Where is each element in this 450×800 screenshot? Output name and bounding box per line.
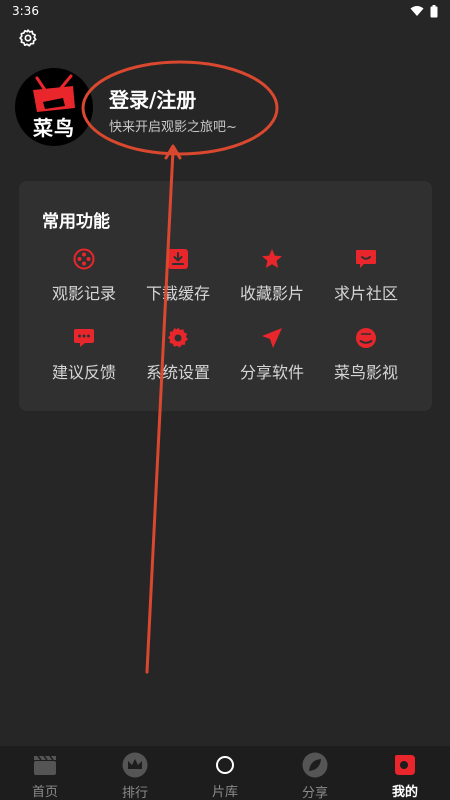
avatar-text: 菜鸟 xyxy=(33,116,75,140)
request-community-button[interactable]: 求片社区 xyxy=(318,247,414,307)
section-title: 常用功能 xyxy=(42,212,110,232)
download-cache-button[interactable]: 下载缓存 xyxy=(130,247,226,307)
tab-ranking[interactable]: 排行 xyxy=(90,746,180,800)
gear-icon xyxy=(166,326,190,350)
clapperboard-icon xyxy=(32,752,58,777)
common-functions-card: 常用功能 观影记录 下载缓存 收藏影片 求片社区 建议反馈 系统设置 分享软件 … xyxy=(19,181,432,411)
share-app-button[interactable]: 分享软件 xyxy=(224,326,320,386)
tab-label: 分享 xyxy=(301,786,328,800)
circle-icon xyxy=(212,752,238,777)
annotation-arrow-head xyxy=(164,144,182,160)
status-bar: 3:36 xyxy=(0,0,450,22)
watch-history-button[interactable]: 观影记录 xyxy=(36,247,132,307)
function-label: 系统设置 xyxy=(145,363,210,382)
status-icons xyxy=(410,4,438,18)
wifi-icon xyxy=(410,6,424,16)
tab-label: 排行 xyxy=(121,786,148,800)
star-icon xyxy=(260,247,284,271)
tab-share[interactable]: 分享 xyxy=(270,746,360,800)
crown-icon xyxy=(122,752,148,778)
bottom-tab-bar: 首页 排行 片库 分享 我的 xyxy=(0,746,450,800)
tab-mine[interactable]: 我的 xyxy=(360,746,450,800)
gear-icon xyxy=(19,29,37,47)
send-icon xyxy=(260,326,284,350)
function-label: 分享软件 xyxy=(239,363,304,382)
function-label: 求片社区 xyxy=(333,284,398,303)
tab-library[interactable]: 片库 xyxy=(180,746,270,800)
function-label: 菜鸟影视 xyxy=(333,363,398,382)
film-reel-icon xyxy=(72,247,96,271)
avatar[interactable]: 菜鸟 xyxy=(15,68,93,146)
function-label: 收藏影片 xyxy=(239,284,304,303)
leaf-icon xyxy=(302,752,328,778)
system-settings-button[interactable]: 系统设置 xyxy=(130,326,226,386)
function-label: 下载缓存 xyxy=(145,284,210,303)
tab-label: 我的 xyxy=(391,785,418,800)
about-app-button[interactable]: 菜鸟影视 xyxy=(318,326,414,386)
tab-label: 片库 xyxy=(211,785,238,800)
feedback-button[interactable]: 建议反馈 xyxy=(36,326,132,386)
favorites-button[interactable]: 收藏影片 xyxy=(224,247,320,307)
status-time: 3:36 xyxy=(12,4,39,18)
function-label: 建议反馈 xyxy=(51,363,116,382)
tab-label: 首页 xyxy=(31,785,58,800)
battery-icon xyxy=(430,4,438,17)
download-icon xyxy=(166,247,190,271)
function-label: 观影记录 xyxy=(51,284,116,303)
feedback-icon xyxy=(72,326,96,350)
tab-home[interactable]: 首页 xyxy=(0,746,90,800)
app-logo-icon xyxy=(354,326,378,350)
login-register-link[interactable]: 登录/注册 xyxy=(109,84,196,113)
settings-button[interactable] xyxy=(16,26,40,50)
login-tagline: 快来开启观影之旅吧~ xyxy=(109,120,237,135)
profile-icon xyxy=(392,752,418,777)
chat-bubble-icon xyxy=(354,247,378,271)
